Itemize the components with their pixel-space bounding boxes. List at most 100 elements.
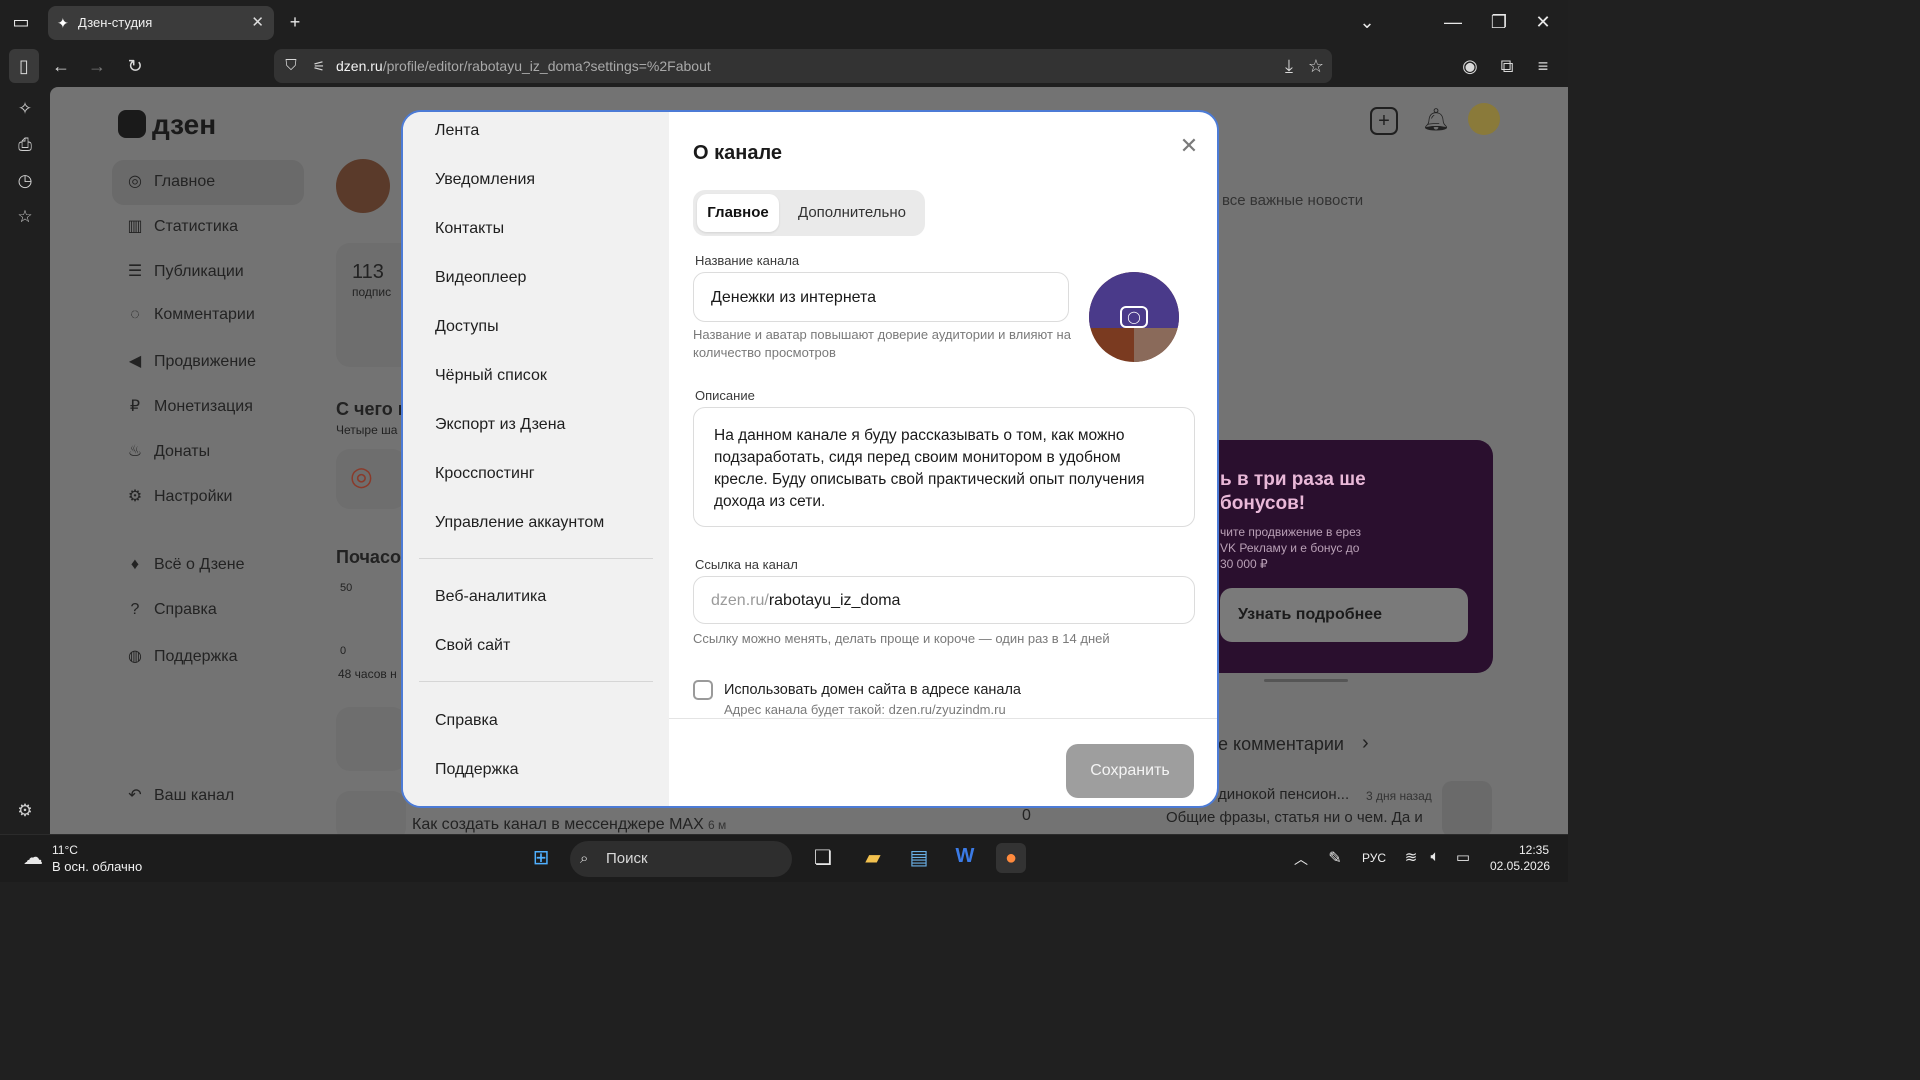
tab-overview-icon[interactable]: ▭ bbox=[6, 0, 36, 45]
battery-icon[interactable]: ▭ bbox=[1448, 848, 1478, 866]
publication-row-title[interactable]: Как создать канал в мессенджере MAX bbox=[412, 816, 704, 834]
weather-cloud-icon[interactable]: ☁ bbox=[18, 845, 48, 870]
use-site-domain-label[interactable]: Использовать домен сайта в адресе канала bbox=[724, 682, 1021, 698]
sidebar-item-4[interactable]: ◌ Комментарии bbox=[124, 306, 255, 330]
publication-row-time: 6 м bbox=[708, 818, 727, 832]
settings-menu-item[interactable]: Чёрный список bbox=[435, 367, 547, 385]
settings-gear-icon[interactable]: ⚙ bbox=[10, 801, 40, 821]
settings-menu-item[interactable]: Лента bbox=[435, 122, 479, 140]
site-settings-icon[interactable]: ⚟ bbox=[304, 49, 334, 83]
comment-title[interactable]: динокой пенсион... bbox=[1218, 786, 1349, 803]
sidebar-item-label: Настройки bbox=[154, 488, 233, 505]
clock-time[interactable]: 12:35 bbox=[1519, 843, 1549, 857]
add-card-2[interactable] bbox=[336, 791, 406, 834]
task-view-icon[interactable]: ❏ bbox=[808, 845, 838, 870]
history-icon[interactable]: ◷ bbox=[10, 171, 40, 191]
bell-icon[interactable]: 🔔︎ bbox=[1422, 107, 1450, 133]
your-channel-link[interactable]: ↶ Ваш канал bbox=[124, 785, 234, 809]
tab-additional[interactable]: Дополнительно bbox=[785, 194, 919, 232]
browser-tab[interactable]: ✦ Дзен-студия ✕ bbox=[48, 6, 274, 40]
sidebar-item-6[interactable]: ₽ Монетизация bbox=[124, 396, 253, 420]
settings-menu-item[interactable]: Справка bbox=[435, 712, 498, 730]
create-icon[interactable]: + bbox=[1370, 107, 1398, 135]
settings-menu-item[interactable]: Управление аккаунтом bbox=[435, 514, 604, 532]
url-text[interactable]: dzen.ru/profile/editor/rabotayu_iz_doma?… bbox=[336, 49, 711, 83]
sidebar-item-label: Донаты bbox=[154, 443, 211, 460]
sidebar-item-1[interactable]: ◎ Главное bbox=[124, 171, 215, 195]
back-icon[interactable]: ← bbox=[46, 45, 76, 87]
weather-temp[interactable]: 11°C bbox=[52, 843, 78, 857]
settings-menu-item[interactable]: Видеоплеер bbox=[435, 269, 526, 287]
file-explorer-icon[interactable]: ▰ bbox=[858, 845, 888, 870]
firefox-icon[interactable]: ● bbox=[996, 843, 1026, 873]
promo-banner[interactable]: ь в три раза ше бонусов! чите продвижени… bbox=[1190, 440, 1493, 673]
channel-avatar-upload[interactable]: ◯ bbox=[1089, 272, 1179, 362]
minimize-window-icon[interactable]: — bbox=[1438, 0, 1468, 45]
taskbar-search[interactable]: ⌕ Поиск bbox=[570, 841, 792, 877]
tab-main[interactable]: Главное bbox=[697, 194, 779, 232]
reload-icon[interactable]: ↻ bbox=[120, 45, 150, 87]
sidebar-item-3[interactable]: ☰ Публикации bbox=[124, 261, 244, 285]
sidebar-item-2[interactable]: ▥ Статистика bbox=[124, 216, 238, 240]
channel-link-input[interactable]: dzen.ru/rabotayu_iz_doma bbox=[693, 576, 1195, 624]
close-tab-icon[interactable]: ✕ bbox=[251, 6, 264, 40]
channel-avatar-small[interactable] bbox=[336, 159, 390, 213]
channel-settings-dialog: Лента Уведомления Контакты Видеоплеер Доступ… bbox=[401, 110, 1219, 808]
sidebar-item-9[interactable]: ♦ Всё о Дзене bbox=[124, 556, 245, 580]
donate-icon: ♨ bbox=[127, 443, 143, 460]
settings-menu-item[interactable]: Свой сайт bbox=[435, 637, 510, 655]
channel-name-input[interactable]: Денежки из интернета bbox=[693, 272, 1069, 322]
sidebar-item-11[interactable]: ◍ Поддержка bbox=[124, 646, 237, 670]
word-icon[interactable]: W bbox=[950, 845, 980, 868]
sidebar-item-8[interactable]: ⚙ Настройки bbox=[124, 486, 233, 510]
favorites-star-icon[interactable]: ☆ bbox=[10, 207, 40, 227]
settings-menu-item[interactable]: Кросспостинг bbox=[435, 465, 535, 483]
windows-start-icon[interactable]: ⊞ bbox=[526, 845, 556, 870]
tab-list-chevron-icon[interactable]: ⌄ bbox=[1352, 0, 1382, 45]
keyboard-language[interactable]: РУС bbox=[1362, 851, 1386, 865]
shield-icon[interactable]: ⛉ bbox=[276, 49, 306, 83]
extensions-icon[interactable]: ⧉ bbox=[1492, 45, 1522, 87]
dzen-logo[interactable]: дзен bbox=[118, 109, 216, 141]
use-site-domain-checkbox[interactable] bbox=[693, 680, 713, 700]
settings-menu-item[interactable]: Уведомления bbox=[435, 171, 535, 189]
comments-heading[interactable]: е комментарии bbox=[1218, 734, 1344, 755]
weather-desc[interactable]: В осн. облачно bbox=[52, 859, 142, 874]
settings-menu-item[interactable]: Доступы bbox=[435, 318, 499, 336]
account-icon[interactable]: ◉ bbox=[1455, 45, 1485, 87]
comments-chevron-icon[interactable]: › bbox=[1362, 732, 1369, 755]
tray-chevron-icon[interactable]: ︿ bbox=[1286, 849, 1316, 869]
downloads-icon[interactable]: ⎙ bbox=[10, 135, 40, 155]
close-icon[interactable]: ✕ bbox=[1177, 134, 1201, 158]
sidebar-item-10[interactable]: ? Справка bbox=[124, 601, 217, 625]
menu-icon[interactable]: ≡ bbox=[1528, 45, 1558, 87]
browser-tab-bar: ▭ ✦ Дзен-студия ✕ + ⌄ — ❐ ✕ bbox=[0, 0, 1568, 45]
clock-date[interactable]: 02.05.2026 bbox=[1490, 859, 1550, 873]
restore-window-icon[interactable]: ❐ bbox=[1484, 0, 1514, 45]
volume-icon[interactable]: 🔈︎ bbox=[1420, 848, 1450, 865]
settings-menu-item[interactable]: Контакты bbox=[435, 220, 504, 238]
close-window-icon[interactable]: ✕ bbox=[1528, 0, 1558, 45]
notepad-icon[interactable]: ▤ bbox=[904, 845, 934, 870]
browser-side-rail: ✧ ⎙ ◷ ☆ ⚙ bbox=[0, 87, 50, 834]
settings-menu-item[interactable]: Экспорт из Дзена bbox=[435, 416, 565, 434]
install-app-icon[interactable]: ⤓ bbox=[1274, 49, 1304, 83]
sidebar-toggle-icon[interactable]: ▯ bbox=[9, 49, 39, 83]
new-tab-icon[interactable]: + bbox=[280, 0, 310, 45]
description-textarea[interactable]: На данном канале я буду рассказывать о т… bbox=[693, 407, 1195, 527]
add-card-1[interactable] bbox=[336, 707, 406, 771]
settings-menu-item[interactable]: Поддержка bbox=[435, 761, 518, 779]
sidebar-item-7[interactable]: ♨ Донаты bbox=[124, 441, 210, 465]
subscribers-label: подпис bbox=[352, 285, 392, 299]
ai-sparkle-icon[interactable]: ✧ bbox=[10, 99, 40, 119]
forward-icon[interactable]: → bbox=[82, 45, 112, 87]
address-bar[interactable]: ⛉ ⚟ dzen.ru/profile/editor/rabotayu_iz_d… bbox=[274, 49, 1332, 83]
pen-icon[interactable]: ✎ bbox=[1320, 848, 1350, 868]
bar-chart-icon: ▥ bbox=[127, 218, 143, 235]
save-button[interactable]: Сохранить bbox=[1066, 744, 1194, 798]
bookmark-star-icon[interactable]: ☆ bbox=[1301, 49, 1331, 83]
sidebar-item-5[interactable]: ◀ Продвижение bbox=[124, 351, 256, 375]
user-avatar[interactable] bbox=[1468, 103, 1500, 135]
promo-details-button[interactable]: Узнать подробнее bbox=[1220, 588, 1468, 642]
settings-menu-item[interactable]: Веб-аналитика bbox=[435, 588, 546, 606]
